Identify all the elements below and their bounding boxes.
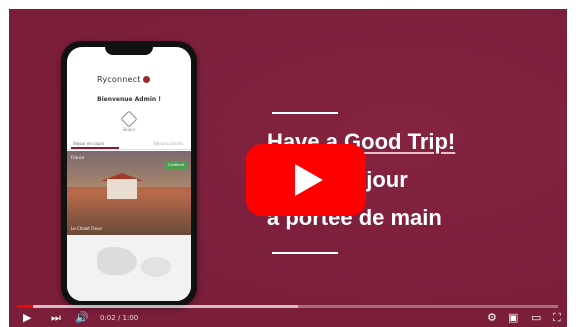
- fullscreen-icon[interactable]: ⛶: [553, 311, 561, 325]
- phone-mockup: Ryconnect Bienvenue Admin ! Séjour Séjou…: [61, 41, 197, 307]
- time-display: 0:02 / 1:00: [100, 314, 139, 322]
- progress-played: [17, 305, 34, 308]
- heading-rule-bottom: [272, 252, 338, 254]
- app-tabs: Séjour en cours Séjours passés: [67, 139, 191, 150]
- progress-bar[interactable]: [17, 305, 558, 308]
- app-logo: Ryconnect: [97, 75, 157, 89]
- player-controls: ▶ ⏭ 🔊 0:02 / 1:00 ⚙ ▣ ▭ ⛶: [9, 309, 567, 327]
- miniplayer-icon[interactable]: ▣: [508, 311, 518, 325]
- phone-screen: Ryconnect Bienvenue Admin ! Séjour Séjou…: [67, 47, 191, 301]
- hero-tag: France: [71, 155, 85, 160]
- phone-notch: [105, 47, 153, 55]
- next-icon[interactable]: ⏭: [51, 311, 61, 325]
- app-small-label: Séjour: [122, 127, 136, 132]
- hero-caption: Le Chalet Fleuri: [71, 226, 103, 231]
- luggage-icon: [120, 110, 138, 128]
- app-tab-active: Séjour en cours: [73, 141, 105, 146]
- app-tab-underline: [71, 147, 119, 149]
- theater-mode-icon[interactable]: ▭: [531, 311, 541, 325]
- video-frame: Ryconnect Bienvenue Admin ! Séjour Séjou…: [0, 0, 576, 327]
- app-tab-other: Séjours passés: [153, 141, 183, 146]
- heading-rule-top: [272, 112, 338, 114]
- settings-gear-icon[interactable]: ⚙: [487, 311, 497, 325]
- hero-badge: Confirmé: [165, 161, 187, 169]
- progress-buffered: [17, 305, 299, 308]
- play-control-icon[interactable]: ▶: [23, 311, 31, 325]
- play-icon: [295, 164, 323, 196]
- app-map: [67, 235, 191, 301]
- app-hero-image: France Confirmé Le Chalet Fleuri: [67, 151, 191, 235]
- video-player[interactable]: Ryconnect Bienvenue Admin ! Séjour Séjou…: [9, 9, 567, 327]
- volume-icon[interactable]: 🔊: [75, 311, 89, 325]
- app-welcome-text: Bienvenue Admin !: [97, 96, 161, 103]
- play-button[interactable]: [246, 144, 366, 216]
